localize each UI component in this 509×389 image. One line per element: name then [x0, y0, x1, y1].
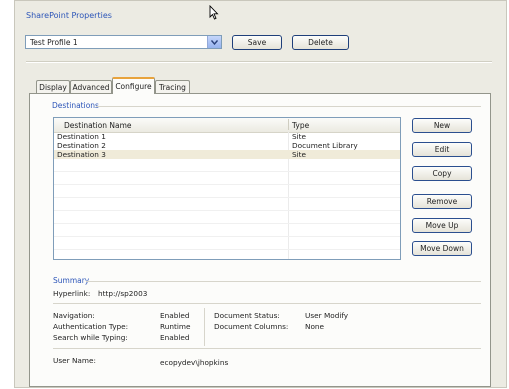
destination-type: Document Library	[292, 141, 358, 150]
group-divider	[86, 281, 481, 282]
destination-name: Destination 1	[57, 132, 106, 141]
summary-divider	[204, 308, 205, 346]
destination-type: Site	[292, 132, 307, 141]
table-row-selected[interactable]: Destination 3 Site	[54, 150, 400, 159]
grid-line	[54, 249, 400, 250]
hyperlink-value: http://sp2003	[98, 289, 148, 298]
chevron-down-icon[interactable]	[207, 36, 221, 48]
profile-select[interactable]: Test Profile 1	[25, 35, 222, 49]
summary-divider	[53, 303, 481, 304]
summary-divider	[53, 348, 481, 349]
search-typing-label: Search while Typing:	[53, 333, 128, 342]
navigation-label: Navigation:	[53, 311, 95, 320]
column-header-name[interactable]: Destination Name	[64, 121, 132, 130]
grid-line	[54, 210, 400, 211]
auth-type-value: Runtime	[160, 322, 191, 331]
table-row[interactable]: Destination 1 Site	[54, 132, 400, 141]
doc-status-value: User Modify	[305, 311, 349, 320]
group-divider	[96, 106, 481, 107]
auth-type-label: Authentication Type:	[53, 322, 129, 331]
doc-columns-value: None	[305, 322, 325, 331]
tab-configure[interactable]: Configure	[112, 77, 155, 94]
move-down-button[interactable]: Move Down	[412, 241, 472, 256]
table-row[interactable]: Destination 2 Document Library	[54, 141, 400, 150]
destination-name: Destination 2	[57, 141, 106, 150]
remove-button[interactable]: Remove	[412, 194, 472, 209]
tab-advanced[interactable]: Advanced	[70, 80, 112, 93]
grid-line	[54, 197, 400, 198]
window-title: SharePoint Properties	[26, 11, 112, 20]
edit-button[interactable]: Edit	[412, 142, 472, 157]
tab-tracing[interactable]: Tracing	[155, 80, 190, 93]
destinations-table[interactable]: Destination Name Type Destination 1 Site…	[53, 117, 401, 260]
divider	[26, 61, 492, 63]
mouse-cursor-icon	[209, 4, 219, 22]
destination-name: Destination 3	[57, 150, 106, 159]
destination-type: Site	[292, 150, 307, 159]
search-typing-value: Enabled	[160, 333, 190, 342]
navigation-value: Enabled	[160, 311, 190, 320]
user-name-value: ecopydev\jhopkins	[160, 358, 229, 367]
doc-status-label: Document Status:	[214, 311, 280, 320]
tab-display[interactable]: Display	[36, 80, 70, 93]
column-header-type[interactable]: Type	[292, 121, 309, 130]
copy-button[interactable]: Copy	[412, 166, 472, 181]
table-header: Destination Name Type	[54, 118, 400, 133]
grid-line	[54, 184, 400, 185]
profile-select-value: Test Profile 1	[30, 38, 78, 47]
delete-button[interactable]: Delete	[292, 35, 349, 50]
move-up-button[interactable]: Move Up	[412, 218, 472, 233]
grid-line	[54, 236, 400, 237]
user-name-label: User Name:	[53, 356, 96, 365]
new-button[interactable]: New	[412, 118, 472, 133]
summary-group-title: Summary	[53, 276, 90, 285]
hyperlink-label: Hyperlink:	[53, 289, 91, 298]
destinations-group-title: Destinations	[52, 101, 99, 110]
grid-line	[54, 171, 400, 172]
doc-columns-label: Document Columns:	[214, 322, 289, 331]
save-button[interactable]: Save	[232, 35, 282, 50]
grid-line	[54, 223, 400, 224]
column-divider[interactable]	[288, 119, 289, 130]
